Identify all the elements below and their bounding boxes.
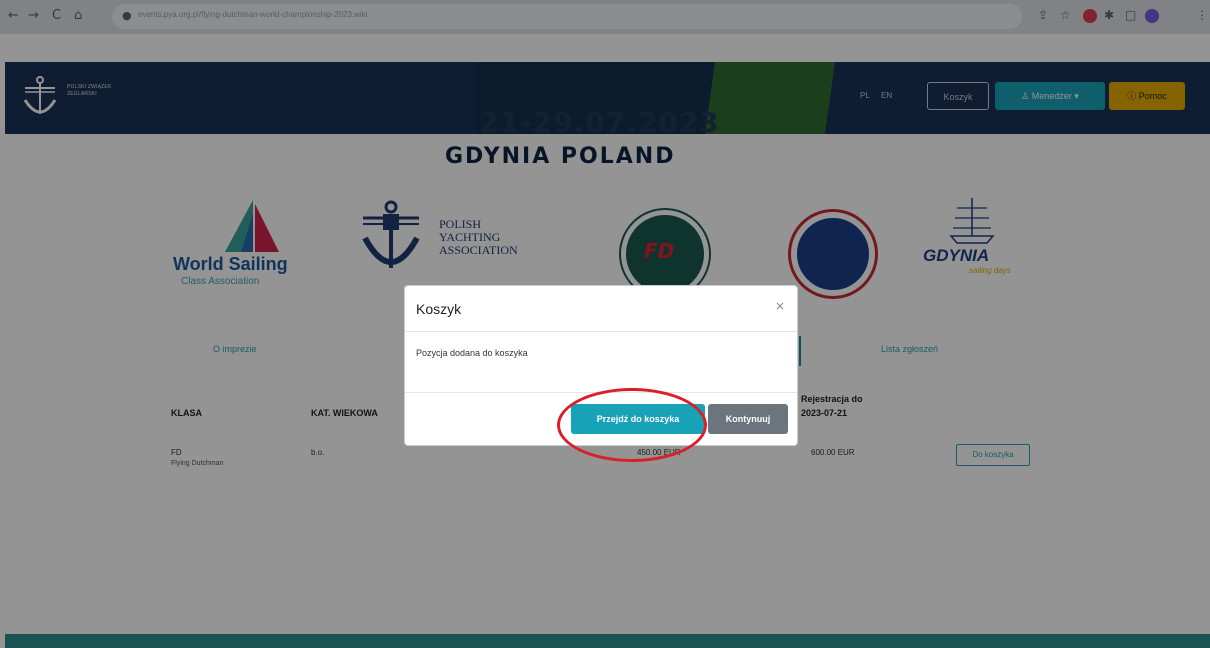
close-icon[interactable]: × [775, 299, 785, 313]
continue-button[interactable]: Kontynuuj [708, 404, 788, 434]
modal-message: Pozycja dodana do koszyka [416, 348, 528, 358]
modal-header: Koszyk × [405, 286, 797, 332]
modal-title: Koszyk [416, 301, 462, 317]
highlight-annotation [557, 388, 707, 462]
